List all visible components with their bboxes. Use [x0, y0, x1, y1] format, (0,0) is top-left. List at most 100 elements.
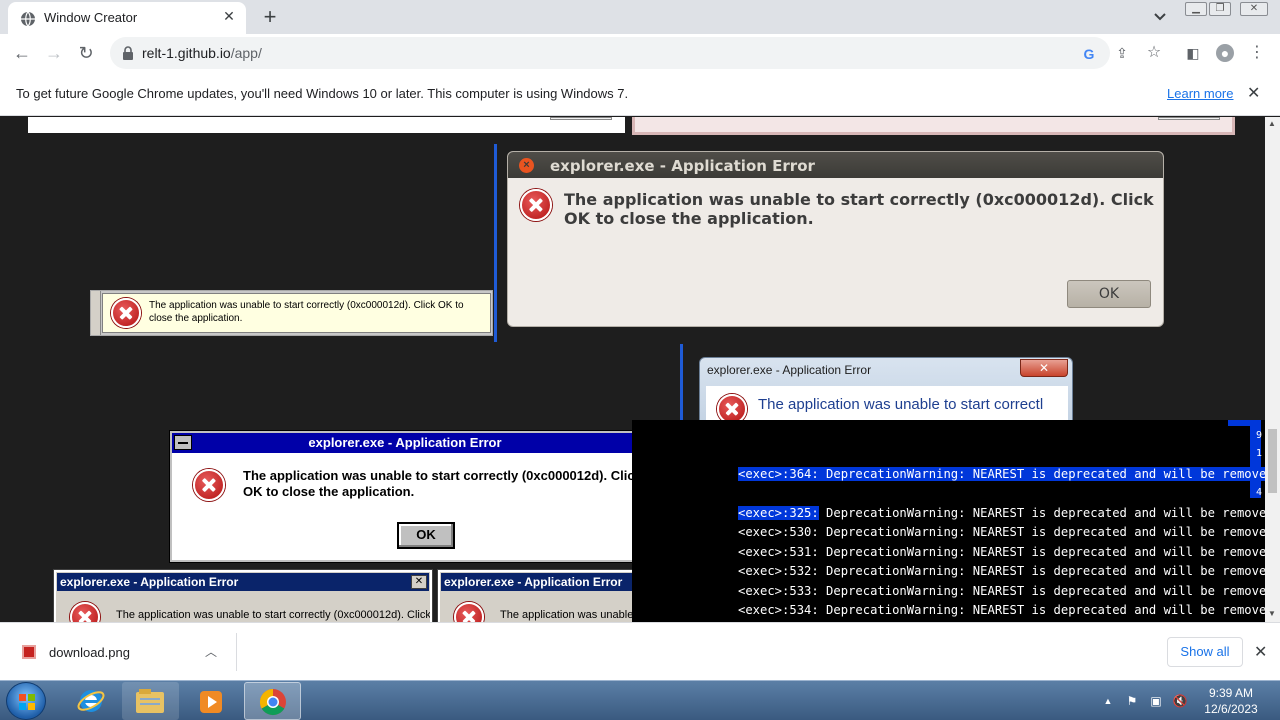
- taskbar-clock[interactable]: 9:39 AM 12/6/2023: [1196, 685, 1266, 717]
- media-player-taskbar-button[interactable]: [182, 682, 239, 720]
- ok-button[interactable]: OK: [397, 522, 455, 549]
- ubuntu-error-dialog: × explorer.exe - Application Error The a…: [507, 151, 1164, 327]
- clock-date: 12/6/2023: [1204, 702, 1258, 716]
- window-close-button[interactable]: ✕: [1240, 2, 1268, 16]
- dialog-titlebar[interactable]: × explorer.exe - Application Error: [508, 152, 1163, 178]
- close-button[interactable]: ✕: [1020, 359, 1068, 377]
- terminal-line: <exec>:531: DeprecationWarning: NEAREST …: [738, 545, 1265, 559]
- divider: [236, 633, 237, 671]
- volume-muted-icon[interactable]: 🔇: [1172, 693, 1188, 709]
- forward-icon[interactable]: →: [43, 42, 65, 64]
- menu-kebab-icon[interactable]: ⋮: [1248, 44, 1266, 62]
- dialog-message: The application was unable to start corr…: [758, 396, 1044, 413]
- dialog-title: explorer.exe - Application Error: [60, 575, 239, 589]
- terminal-line: <exec>:533: DeprecationWarning: NEAREST …: [738, 584, 1265, 598]
- lock-icon[interactable]: [122, 46, 134, 60]
- explorer-taskbar-button[interactable]: [122, 682, 179, 720]
- internet-explorer-icon: [77, 690, 105, 712]
- download-bar-close-icon[interactable]: ✕: [1254, 642, 1267, 662]
- aero-error-dialog: explorer.exe - Application Error ✕ The a…: [699, 357, 1073, 427]
- google-translate-icon[interactable]: G: [1080, 45, 1098, 63]
- dialog-title: explorer.exe - Application Error: [707, 363, 872, 377]
- tab-search-chevron-icon[interactable]: [1150, 6, 1170, 26]
- terminal-side-digit: 4: [1256, 487, 1263, 498]
- scroll-up-icon[interactable]: ▲: [1268, 119, 1276, 128]
- dialog-title: explorer.exe - Application Error: [444, 575, 623, 589]
- show-all-button[interactable]: Show all: [1167, 637, 1243, 667]
- win31-error-dialog: explorer.exe - Application Error The app…: [169, 430, 642, 563]
- media-player-icon: [200, 691, 222, 713]
- window-edge-line: [494, 144, 497, 342]
- infobar-message: To get future Google Chrome updates, you…: [16, 86, 629, 101]
- network-icon[interactable]: ▣: [1148, 693, 1164, 709]
- action-center-flag-icon[interactable]: ⚑: [1124, 693, 1140, 709]
- start-button[interactable]: [6, 682, 46, 720]
- learn-more-link[interactable]: Learn more: [1167, 86, 1233, 101]
- infobar-close-icon[interactable]: ✕: [1247, 83, 1260, 103]
- dialog-titlebar[interactable]: explorer.exe - Application Error ✕: [57, 573, 429, 591]
- address-bar[interactable]: relt-1.github.io/app/ G: [110, 37, 1110, 69]
- share-icon[interactable]: ⇪: [1113, 44, 1131, 62]
- tab-window-creator[interactable]: Window Creator ✕: [8, 2, 246, 34]
- tab-close-icon[interactable]: ✕: [220, 8, 238, 25]
- chevron-up-icon[interactable]: ︿: [205, 643, 217, 660]
- terminal-side-digit: 1: [1256, 448, 1263, 459]
- url-text[interactable]: relt-1.github.io/app/: [142, 45, 262, 61]
- window-edge-line: [680, 344, 683, 422]
- dialog-side-strip[interactable]: [91, 291, 101, 335]
- dialog-message: The application was unable to start corr…: [116, 609, 431, 621]
- restore-button[interactable]: ❐: [1209, 2, 1231, 16]
- download-bar: download.png ︿ Show all ✕: [0, 622, 1280, 680]
- scroll-down-icon[interactable]: ▼: [1268, 609, 1276, 618]
- terminal-line: <exec>:534: DeprecationWarning: NEAREST …: [738, 603, 1265, 617]
- browser-toolbar: ← → ↻ relt-1.github.io/app/ G ⇪ ☆ ◧ ● ⋮: [0, 34, 1280, 72]
- terminal-window[interactable]: 9 1 4 <exec>:364: DeprecationWarning: NE…: [632, 420, 1265, 622]
- chrome-taskbar-button[interactable]: [244, 682, 301, 720]
- profile-avatar-icon[interactable]: ●: [1216, 44, 1234, 62]
- reload-icon[interactable]: ↻: [75, 42, 97, 64]
- ok-button[interactable]: OK: [1067, 280, 1151, 308]
- dialog-message: The application was unable to start corr…: [243, 468, 642, 499]
- partial-dialog-pink-button[interactable]: [1158, 117, 1220, 120]
- dialog-titlebar[interactable]: explorer.exe - Application Error: [441, 573, 636, 591]
- terminal-side-digit: 9: [1256, 430, 1263, 441]
- system-menu-icon[interactable]: [174, 435, 192, 450]
- error-icon: [454, 602, 484, 622]
- terminal-line: <exec>:530: DeprecationWarning: NEAREST …: [738, 525, 1265, 539]
- close-icon[interactable]: ×: [519, 158, 534, 173]
- dialog-message: The application was unable to start corr…: [564, 190, 1154, 228]
- error-icon: [70, 602, 100, 622]
- dialog-titlebar[interactable]: explorer.exe - Application Error: [172, 433, 638, 453]
- close-button[interactable]: ✕: [411, 575, 427, 589]
- tray-expand-icon[interactable]: ▲: [1100, 693, 1116, 709]
- classic-error-dialog: explorer.exe - Application Error The app…: [437, 569, 639, 622]
- dialog-title: explorer.exe - Application Error: [550, 157, 815, 175]
- page-canvas: × explorer.exe - Application Error The a…: [0, 117, 1265, 622]
- dialog-body: The application was unable to start corr…: [102, 293, 491, 333]
- download-item[interactable]: download.png: [49, 645, 130, 660]
- clock-time: 9:39 AM: [1208, 686, 1254, 700]
- dialog-title: explorer.exe - Application Error: [308, 435, 502, 450]
- bookmark-star-icon[interactable]: ☆: [1145, 44, 1163, 62]
- terminal-line: <exec>:532: DeprecationWarning: NEAREST …: [738, 564, 1265, 578]
- terminal-line: <exec>:364: DeprecationWarning: NEAREST …: [738, 467, 1265, 481]
- scroll-thumb[interactable]: [1268, 429, 1277, 493]
- internet-explorer-taskbar-button[interactable]: [62, 682, 119, 720]
- terminal-line: <exec>:325: DeprecationWarning: NEAREST …: [738, 506, 1265, 520]
- minimize-button[interactable]: ▁: [1185, 2, 1207, 16]
- tab-strip: Window Creator ✕ + ▁ ❐ ✕: [0, 0, 1280, 34]
- classic-error-dialog: explorer.exe - Application Error ✕ The a…: [53, 569, 433, 622]
- page-scrollbar[interactable]: ▲ ▼: [1265, 117, 1280, 622]
- dialog-message: The application was unable: [500, 609, 634, 621]
- new-tab-button[interactable]: +: [258, 4, 282, 30]
- partial-dialog-white: [28, 117, 625, 133]
- error-icon: [193, 469, 225, 501]
- partial-dialog-button[interactable]: [550, 117, 612, 120]
- windows-taskbar: ▲ ⚑ ▣ 🔇 9:39 AM 12/6/2023: [0, 680, 1280, 720]
- folder-icon: [136, 689, 164, 713]
- update-infobar: To get future Google Chrome updates, you…: [0, 72, 1280, 116]
- dialog-message: The application was unable to start corr…: [149, 300, 464, 324]
- tab-title: Window Creator: [44, 10, 138, 25]
- side-panel-icon[interactable]: ◧: [1184, 44, 1202, 62]
- back-icon[interactable]: ←: [11, 42, 33, 64]
